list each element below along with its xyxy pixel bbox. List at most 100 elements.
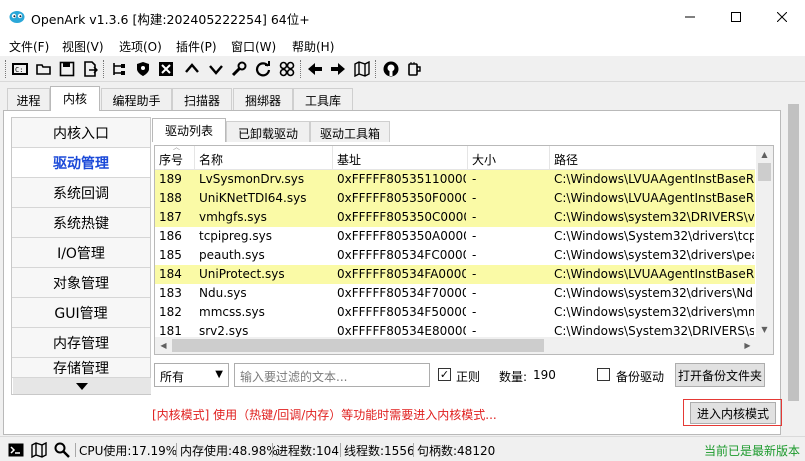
table-row[interactable]: 182 mmcss.sys 0xFFFFF80534F50000- C:\Window… <box>155 303 755 322</box>
scroll-down-icon[interactable]: ▼ <box>756 321 773 338</box>
side-item-system-callbacks[interactable]: 系统回调 <box>12 178 150 208</box>
window-vertical-thumb[interactable] <box>788 104 799 401</box>
menu-file[interactable]: 文件(F) <box>9 38 49 55</box>
save-icon[interactable] <box>58 60 76 78</box>
enter-kernel-mode-button[interactable]: 进入内核模式 <box>690 402 776 424</box>
cell-name: tcpipreg.sys <box>199 229 272 243</box>
chevron-up-icon[interactable] <box>183 60 201 78</box>
cell-size: - <box>472 172 477 186</box>
table-row[interactable]: 189 LvSysmonDrv.sys 0xFFFFF80535110000- C:\… <box>155 170 755 189</box>
cpu-usage: CPU使用:17.19% <box>79 444 178 458</box>
tree-icon[interactable] <box>110 60 128 78</box>
svg-text:C:: C: <box>15 66 23 74</box>
tab-process[interactable]: 进程 <box>7 88 50 110</box>
side-item-object-manager[interactable]: 对象管理 <box>12 268 150 298</box>
tab-scanner[interactable]: 扫描器 <box>172 88 232 110</box>
scroll-up-icon[interactable]: ▲ <box>756 146 773 163</box>
scroll-left-icon[interactable]: ◀ <box>155 337 172 354</box>
regex-checkbox[interactable]: ✓ <box>438 368 451 381</box>
minimize-button[interactable] <box>667 0 713 34</box>
cell-size: - <box>472 305 477 319</box>
side-item-io-manager[interactable]: I/O管理 <box>12 238 150 268</box>
cell-index: 182 <box>159 305 182 319</box>
table-row[interactable]: 188 UniKNetTDI64.sys 0xFFFFF805350F0000- C:… <box>155 189 755 208</box>
kernel-side-menu: 内核入口 驱动管理 系统回调 系统热键 I/O管理 对象管理 GUI管理 内存管… <box>11 117 151 395</box>
cell-base: 0xFFFFF805350A0000 <box>337 229 466 243</box>
cell-index: 186 <box>159 229 182 243</box>
shield-icon[interactable] <box>134 60 152 78</box>
terminal-icon[interactable] <box>8 442 24 458</box>
column-header-name[interactable]: 名称 <box>195 146 333 170</box>
maximize-button[interactable] <box>713 0 759 34</box>
cell-name: UniKNetTDI64.sys <box>199 191 307 205</box>
maximize-icon <box>731 12 741 22</box>
cell-name: mmcss.sys <box>199 305 265 319</box>
menu-plugins[interactable]: 插件(P) <box>176 38 217 55</box>
filter-scope-select[interactable]: 所有 ▼ <box>154 363 229 387</box>
column-header-base[interactable]: 基址 <box>333 146 468 170</box>
column-header-size[interactable]: 大小 <box>468 146 550 170</box>
menu-view[interactable]: 视图(V) <box>62 38 104 55</box>
table-row[interactable]: 186 tcpipreg.sys 0xFFFFF805350A0000- C:\Win… <box>155 227 755 246</box>
arrow-left-icon[interactable] <box>306 60 324 78</box>
table-vertical-thumb[interactable] <box>758 163 771 181</box>
menu-help[interactable]: 帮助(H) <box>292 38 334 55</box>
tab-bundler[interactable]: 捆绑器 <box>233 88 293 110</box>
side-menu-scroll-down[interactable] <box>13 378 151 394</box>
tab-driver-list[interactable]: 驱动列表 <box>152 118 226 142</box>
cell-name: Ndu.sys <box>199 286 247 300</box>
grid-icon[interactable] <box>278 60 296 78</box>
cell-base: 0xFFFFF80534FC0000 <box>337 248 466 262</box>
refresh-icon[interactable] <box>254 60 272 78</box>
cell-base: 0xFFFFF80535110000 <box>337 172 466 186</box>
side-item-system-hotkeys[interactable]: 系统热键 <box>12 208 150 238</box>
filter-scope-value: 所有 <box>160 370 185 384</box>
side-item-memory-manager[interactable]: 内存管理 <box>12 328 150 358</box>
column-header-path[interactable]: 路径 <box>550 146 755 170</box>
backup-driver-checkbox[interactable] <box>597 368 610 381</box>
export-icon[interactable] <box>81 60 99 78</box>
menu-options[interactable]: 选项(O) <box>119 38 162 55</box>
close-button[interactable] <box>759 0 805 34</box>
menu-bar: 文件(F) 视图(V) 选项(O) 插件(P) 窗口(W) 帮助(H) <box>0 34 805 56</box>
cell-index: 189 <box>159 172 182 186</box>
cell-base: 0xFFFFF80534E80000 <box>337 324 466 338</box>
wrench-icon[interactable] <box>230 60 248 78</box>
map-icon[interactable] <box>31 442 47 458</box>
filter-text-input[interactable]: 输入要过滤的文本... <box>234 363 430 387</box>
side-item-driver-manager[interactable]: 驱动管理 <box>12 148 150 178</box>
cross-box-icon[interactable] <box>157 60 175 78</box>
tab-driver-toolbox[interactable]: 驱动工具箱 <box>310 121 390 142</box>
table-row[interactable]: 183 Ndu.sys 0xFFFFF80534F70000- C:\Windows\… <box>155 284 755 303</box>
arrow-right-icon[interactable] <box>329 60 347 78</box>
search-icon[interactable] <box>54 442 70 458</box>
cell-name: peauth.sys <box>199 248 265 262</box>
map-icon[interactable] <box>353 60 371 78</box>
column-header-index[interactable]: ︿ 序号 <box>155 146 195 170</box>
side-item-storage-manager[interactable]: 存储管理 <box>12 358 150 378</box>
table-horizontal-scrollbar[interactable]: ◀ ▶ <box>155 337 756 354</box>
menu-window[interactable]: 窗口(W) <box>231 38 276 55</box>
tab-unloaded-drivers[interactable]: 已卸载驱动 <box>226 121 310 142</box>
console-icon[interactable]: C: <box>11 60 29 78</box>
cell-size: - <box>472 248 477 262</box>
process-count: 进程数:104 <box>276 444 339 458</box>
open-backup-folder-button[interactable]: 打开备份文件夹 <box>675 363 765 387</box>
tab-toolbox[interactable]: 工具库 <box>293 88 353 110</box>
side-item-gui-manager[interactable]: GUI管理 <box>12 298 150 328</box>
chevron-down-icon[interactable] <box>207 60 225 78</box>
scroll-right-icon[interactable]: ▶ <box>739 337 756 354</box>
table-vertical-scrollbar[interactable]: ▲ ▼ <box>756 146 773 338</box>
tab-kernel[interactable]: 内核 <box>50 86 100 111</box>
cell-base: 0xFFFFF80534F50000 <box>337 305 466 319</box>
window-vertical-scrollbar[interactable] <box>785 86 802 408</box>
cup-icon[interactable] <box>405 60 423 78</box>
table-horizontal-thumb[interactable] <box>172 339 544 352</box>
table-row[interactable]: 185 peauth.sys 0xFFFFF80534FC0000- C:\Windo… <box>155 246 755 265</box>
table-row[interactable]: 187 vmhgfs.sys 0xFFFFF805350C0000- C:\Windo… <box>155 208 755 227</box>
github-icon[interactable] <box>382 60 400 78</box>
side-item-kernel-entry[interactable]: 内核入口 <box>12 118 150 148</box>
tab-coder-kit[interactable]: 编程助手 <box>101 88 172 110</box>
open-folder-icon[interactable] <box>35 60 53 78</box>
table-row[interactable]: 184 UniProtect.sys 0xFFFFF80534FA0000- C:\W… <box>155 265 755 284</box>
